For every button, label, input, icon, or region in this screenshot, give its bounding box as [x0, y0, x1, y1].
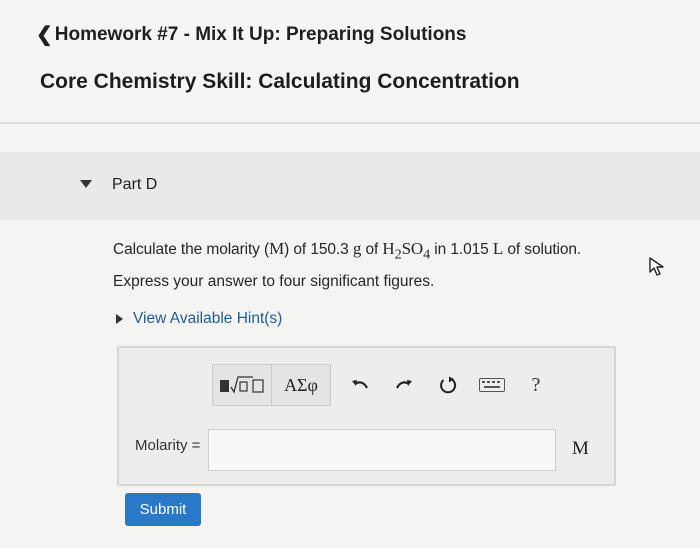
hint-link-label: View Available Hint(s)	[133, 310, 283, 327]
question-text: Calculate the molarity (M) of 150.3 g of…	[113, 239, 582, 263]
unit-label: M	[572, 438, 589, 459]
back-to-assignment-link[interactable]: ❮ Homework #7 - Mix It Up: Preparing Sol…	[36, 22, 467, 47]
molarity-label: Molarity =	[135, 437, 201, 454]
submit-button[interactable]: Submit	[125, 493, 201, 526]
math-toolbar: ΑΣφ ?	[212, 364, 551, 406]
molarity-symbol: M	[269, 239, 285, 258]
toolbar-button-group: ΑΣφ	[212, 364, 331, 406]
gram-unit: g	[352, 239, 362, 258]
redo-icon[interactable]	[389, 370, 419, 400]
header-divider	[0, 122, 700, 124]
part-label: Part D	[112, 176, 158, 193]
molarity-input[interactable]	[208, 429, 556, 471]
mouse-cursor-icon	[648, 256, 668, 283]
keyboard-icon[interactable]	[477, 370, 507, 400]
undo-icon[interactable]	[345, 370, 375, 400]
chevron-left-icon: ❮	[36, 24, 53, 46]
help-button[interactable]: ?	[521, 370, 551, 400]
view-hints-link[interactable]: View Available Hint(s)	[116, 310, 282, 328]
collapse-caret-icon[interactable]	[80, 180, 92, 188]
page-title: Core Chemistry Skill: Calculating Concen…	[40, 70, 520, 93]
chemical-formula: H2SO4	[382, 239, 431, 263]
liter-unit: L	[492, 239, 504, 258]
templates-button[interactable]	[213, 365, 272, 405]
greek-symbols-button[interactable]: ΑΣφ	[272, 365, 330, 405]
expand-triangle-icon	[116, 314, 123, 324]
part-header[interactable]	[0, 152, 700, 220]
templates-icon	[220, 376, 264, 394]
header-area: ❮ Homework #7 - Mix It Up: Preparing Sol…	[0, 0, 700, 122]
instruction-text: Express your answer to four significant …	[113, 273, 435, 290]
reset-icon[interactable]	[433, 370, 463, 400]
assignment-title: Homework #7 - Mix It Up: Preparing Solut…	[54, 23, 467, 45]
